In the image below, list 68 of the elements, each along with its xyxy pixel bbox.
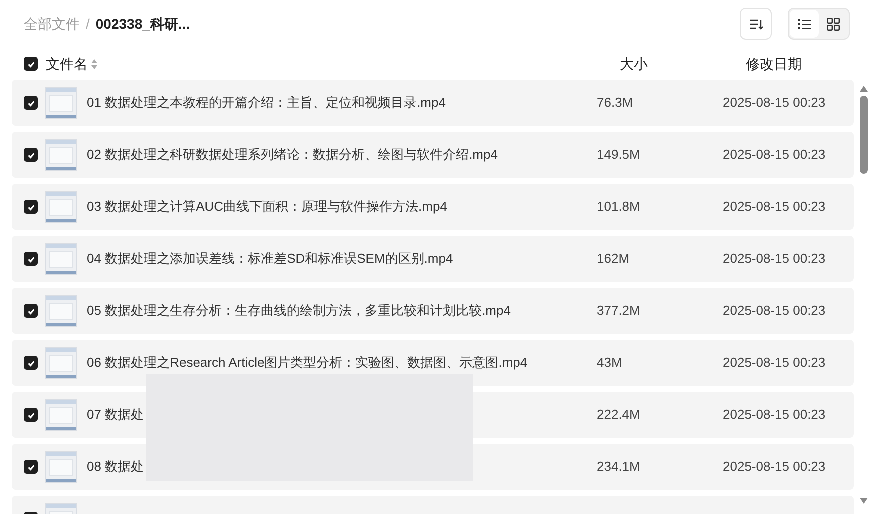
modified-date: 2025-08-15 00:23 [723,406,826,424]
checkbox[interactable] [24,356,38,370]
video-thumbnail [45,87,77,119]
video-thumbnail [45,295,77,327]
file-name[interactable]: 03 数据处理之计算AUC曲线下面积：原理与软件操作方法.mp4 [87,199,448,214]
check-icon [26,358,36,368]
check-icon [26,306,36,316]
checkbox[interactable] [24,200,38,214]
modified-date: 2025-08-15 00:23 [723,94,826,112]
file-row[interactable]: 01 数据处理之本教程的开篇介绍：主旨、定位和视频目录.mp4 76.3M 2025-08-15 00:23 [12,80,854,126]
file-row[interactable]: 04 数据处理之添加误差线：标准差SD和标准误SEM的区别.mp4 162M 2025-08-15 00:23 [12,236,854,282]
file-name[interactable]: 07 数据处 [87,407,144,422]
video-thumbnail [45,399,77,431]
checkbox[interactable] [24,304,38,318]
check-icon [26,410,36,420]
check-icon [26,98,36,108]
video-thumbnail [45,191,77,223]
checkbox[interactable] [24,148,38,162]
video-thumbnail [45,451,77,483]
grid-view-icon [827,18,840,30]
check-icon [26,60,36,68]
file-size: 234.1M [597,458,642,476]
file-size: 43M [597,354,624,372]
file-row[interactable]: 02 数据处理之科研数据处理系列绪论：数据分析、绘图与软件介绍.mp4 149.5M 2025-08-15 00:23 [12,132,854,178]
file-name[interactable]: 08 数据处 [87,459,144,474]
video-thumbnail [45,243,77,275]
check-icon [26,254,36,264]
file-row[interactable]: 05 数据处理之生存分析：生存曲线的绘制方法，多重比较和计划比较.mp4 377.2M 2025-08-15 00:23 [12,288,854,334]
breadcrumb-separator: / [86,14,90,34]
breadcrumb-current: 002338_科研... [96,14,190,34]
checkbox[interactable] [24,460,38,474]
scrollbar-thumb[interactable] [860,96,868,174]
modified-date: 2025-08-15 00:23 [723,354,826,372]
file-size: 76.3M [597,94,634,112]
scroll-up-icon[interactable] [860,86,868,92]
modified-date: 2025-08-15 00:23 [723,250,826,268]
modified-date: 2025-08-15 00:23 [723,302,826,320]
modified-date: 2025-08-15 00:23 [723,146,826,164]
checkbox[interactable] [24,96,38,110]
sort-icon [750,18,762,30]
file-size: 149.5M [597,146,642,164]
sort-button[interactable] [740,8,772,40]
file-name[interactable]: 01 数据处理之本教程的开篇介绍：主旨、定位和视频目录.mp4 [87,95,446,110]
check-icon [26,462,36,472]
file-name[interactable]: 05 数据处理之生存分析：生存曲线的绘制方法，多重比较和计划比较.mp4 [87,303,511,318]
list-view-icon [798,18,811,30]
view-toggle-option[interactable] [790,10,819,38]
modified-date: 2025-08-15 00:23 [723,198,826,216]
video-thumbnail [45,347,77,379]
column-header[interactable]: 修改日期 [746,54,802,74]
checkbox[interactable] [24,57,38,71]
modified-date: 2025-08-15 00:23 [723,458,826,476]
file-size: 222.4M [597,406,642,424]
file-row[interactable]: 03 数据处理之计算AUC曲线下面积：原理与软件操作方法.mp4 101.8M 2025-08-15 00:23 [12,184,854,230]
checkbox[interactable] [24,408,38,422]
column-header[interactable]: 文件名 [46,54,88,74]
file-name[interactable]: 06 数据处理之Research Article图片类型分析：实验图、数据图、示意图.mp4 [87,355,528,370]
check-icon [26,150,36,160]
check-icon [26,202,36,212]
file-size: 377.2M [597,302,642,320]
column-header[interactable]: 大小 [620,54,746,74]
video-thumbnail [45,139,77,171]
scroll-down-icon[interactable] [860,498,868,504]
file-name[interactable]: 02 数据处理之科研数据处理系列绪论：数据分析、绘图与软件介绍.mp4 [87,147,498,162]
file-size: 101.8M [597,198,642,216]
file-name[interactable]: 04 数据处理之添加误差线：标准差SD和标准误SEM的区别.mp4 [87,251,454,266]
checkbox[interactable] [24,252,38,266]
file-size: 162M [597,250,631,268]
